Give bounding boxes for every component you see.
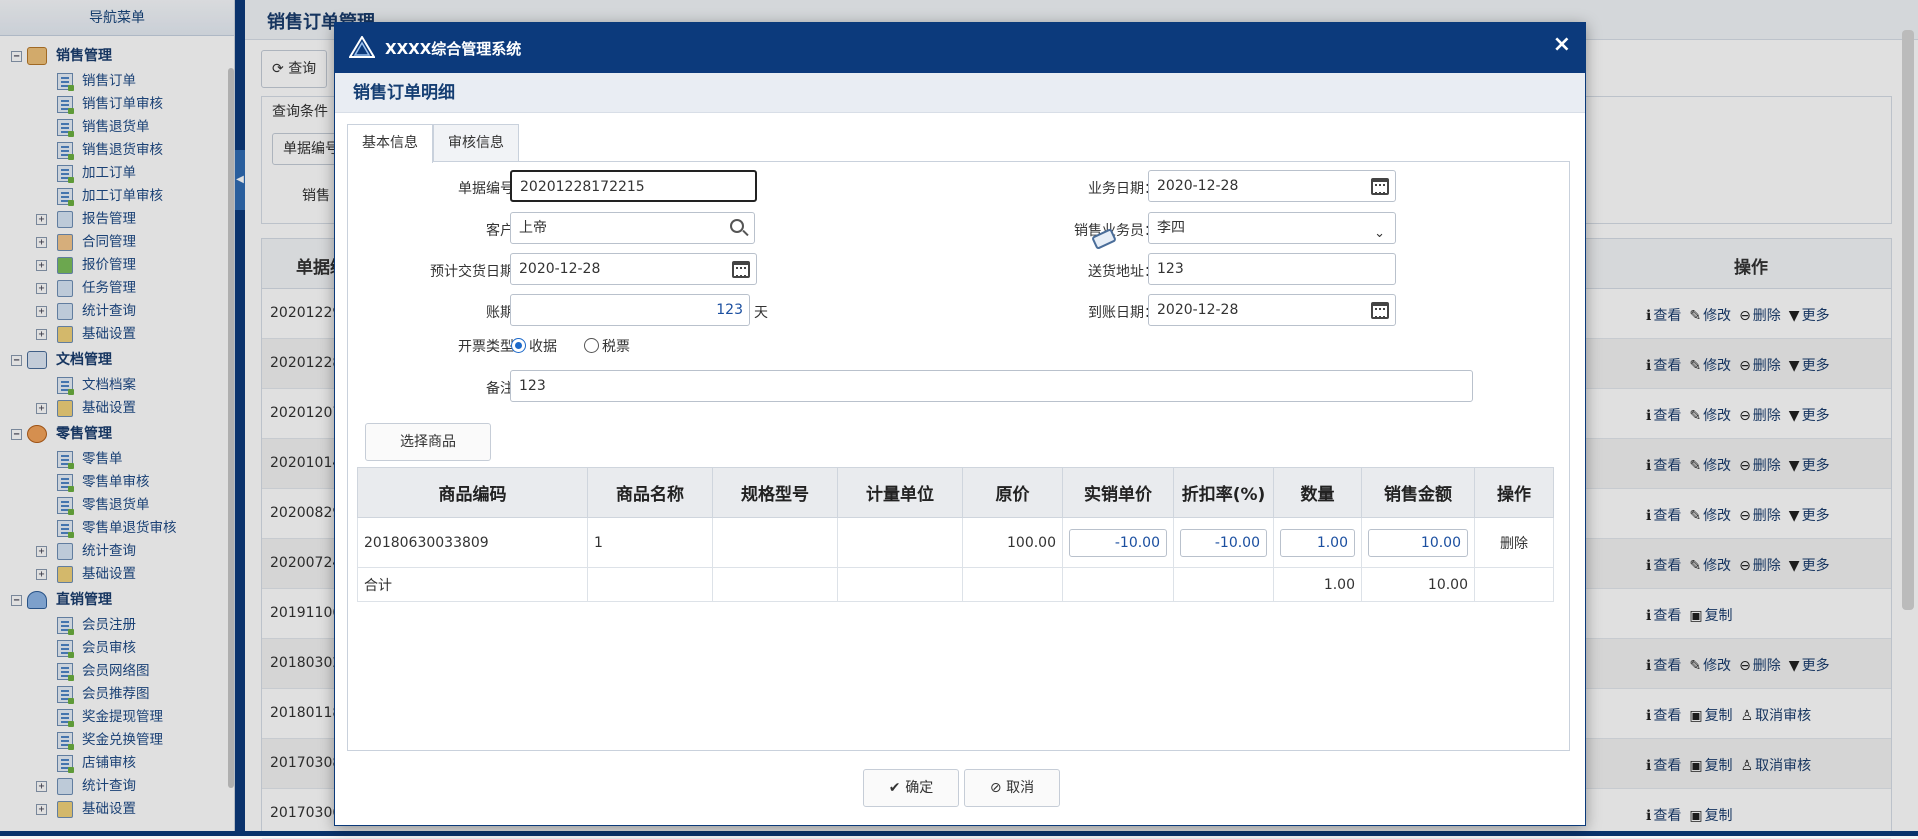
remark-field[interactable]: 123 — [510, 370, 1473, 402]
tab-basic-info[interactable]: 基本信息 — [347, 124, 433, 163]
customer-field[interactable]: 上帝 — [510, 212, 755, 244]
chevron-down-icon: ⌄ — [1374, 226, 1385, 241]
amount-input[interactable]: 10.00 — [1368, 528, 1468, 557]
dialog-tabs: 基本信息 审核信息 — [347, 124, 519, 163]
unit-cell — [837, 517, 963, 568]
empty-cell — [1474, 567, 1554, 602]
goods-code-cell: 20180630033809 — [357, 517, 588, 568]
discount-input[interactable]: -10.00 — [1180, 528, 1267, 557]
confirm-button[interactable]: ✔ 确定 — [863, 769, 959, 807]
biz-date-field[interactable]: 2020-12-28 — [1148, 170, 1396, 202]
spec-cell — [712, 517, 838, 568]
empty-cell — [1173, 567, 1274, 602]
arrival-date-label: 到账日期： — [1088, 305, 1158, 321]
system-logo-icon — [349, 36, 375, 58]
col-amount[interactable]: 销售金额 — [1361, 467, 1475, 518]
basic-info-panel: 单据编号： 20201228172215 业务日期： 2020-12-28 客户… — [347, 161, 1570, 751]
total-label: 合计 — [357, 567, 588, 602]
real-price-cell: -10.00 — [1062, 517, 1174, 568]
invoice-receipt-radio[interactable]: 收据 — [511, 336, 557, 356]
price-cell: 100.00 — [962, 517, 1063, 568]
col-goods-name[interactable]: 商品名称 — [587, 467, 713, 518]
calendar-icon[interactable] — [732, 261, 750, 278]
radio-unchecked-icon[interactable] — [584, 338, 599, 353]
col-goods-code[interactable]: 商品编码 — [357, 467, 588, 518]
dialog-subtitle: 销售订单明细 — [335, 73, 1585, 113]
close-icon[interactable]: × — [1553, 32, 1571, 57]
col-price[interactable]: 原价 — [962, 467, 1063, 518]
delete-link[interactable]: 删除 — [1474, 517, 1554, 568]
empty-cell — [712, 567, 838, 602]
cancel-icon: ⊘ — [989, 780, 1007, 796]
qty-cell: 1.00 — [1273, 517, 1362, 568]
col-unit[interactable]: 计量单位 — [837, 467, 963, 518]
invoice-type-label: 开票类型： — [458, 339, 528, 355]
arrival-date-field[interactable]: 2020-12-28 — [1148, 294, 1396, 326]
select-goods-button[interactable]: 选择商品 — [365, 423, 491, 461]
invoice-tax-radio[interactable]: 税票 — [584, 336, 630, 356]
empty-cell — [962, 567, 1063, 602]
empty-cell — [587, 567, 713, 602]
empty-cell — [1062, 567, 1174, 602]
goods-name-cell: 1 — [587, 517, 713, 568]
tab-audit-info[interactable]: 审核信息 — [433, 124, 519, 162]
check-icon: ✔ — [888, 780, 906, 796]
search-icon[interactable] — [730, 219, 744, 233]
total-amount: 10.00 — [1361, 567, 1475, 602]
cancel-button[interactable]: ⊘ 取消 — [964, 769, 1060, 807]
calendar-icon[interactable] — [1371, 178, 1389, 195]
radio-checked-icon[interactable] — [511, 338, 526, 353]
doc-no-field[interactable]: 20201228172215 — [510, 170, 757, 202]
discount-cell: -10.00 — [1173, 517, 1274, 568]
salesman-select[interactable]: 李四 ⌄ — [1148, 212, 1396, 244]
qty-input[interactable]: 1.00 — [1280, 528, 1355, 557]
order-detail-dialog: XXXX综合管理系统 × 销售订单明细 基本信息 审核信息 单据编号： 2020… — [334, 22, 1586, 826]
term-unit: 天 — [754, 305, 768, 321]
real-price-input[interactable]: -10.00 — [1069, 528, 1167, 557]
delivery-date-label: 预计交货日期： — [430, 264, 528, 280]
total-row: 合计 1.00 10.00 — [357, 567, 1554, 602]
address-label: 送货地址： — [1088, 264, 1158, 280]
amount-cell: 10.00 — [1361, 517, 1475, 568]
col-real-price[interactable]: 实销单价 — [1062, 467, 1174, 518]
address-field[interactable]: 123 — [1148, 253, 1396, 285]
table-row: 20180630033809 1 100.00 -10.00 -10.00 1.… — [357, 517, 1554, 568]
col-qty[interactable]: 数量 — [1273, 467, 1362, 518]
goods-table-header: 商品编码 商品名称 规格型号 计量单位 原价 实销单价 折扣率(%) 数量 销售… — [357, 467, 1554, 518]
biz-date-label: 业务日期： — [1088, 181, 1158, 197]
col-discount[interactable]: 折扣率(%) — [1173, 467, 1274, 518]
empty-cell — [837, 567, 963, 602]
system-title: XXXX综合管理系统 — [385, 40, 522, 58]
delivery-date-field[interactable]: 2020-12-28 — [510, 253, 757, 285]
dialog-titlebar: XXXX综合管理系统 × — [335, 23, 1585, 73]
col-spec[interactable]: 规格型号 — [712, 467, 838, 518]
term-field[interactable]: 123 — [510, 294, 750, 326]
calendar-icon[interactable] — [1371, 302, 1389, 319]
total-qty: 1.00 — [1273, 567, 1362, 602]
col-op[interactable]: 操作 — [1474, 467, 1554, 518]
goods-table: 商品编码 商品名称 规格型号 计量单位 原价 实销单价 折扣率(%) 数量 销售… — [357, 467, 1554, 602]
